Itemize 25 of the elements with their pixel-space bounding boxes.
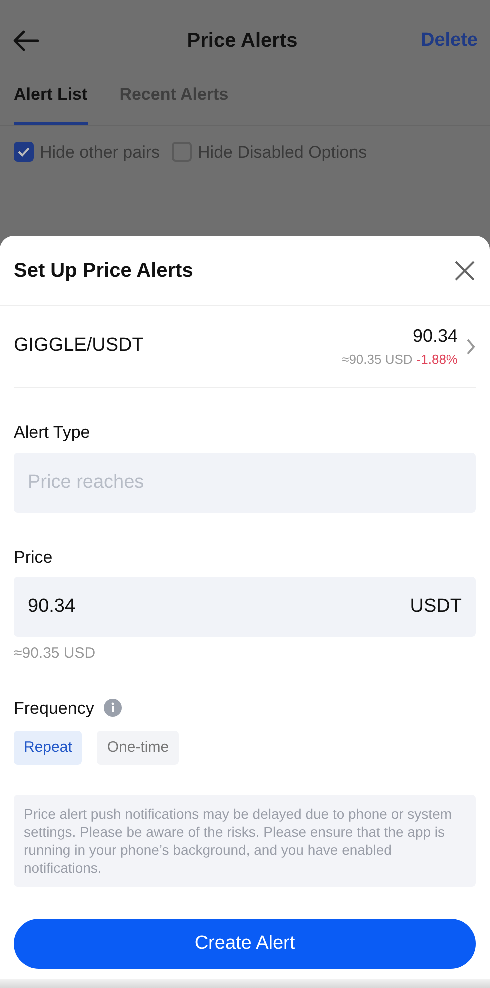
info-icon[interactable]: [104, 699, 122, 718]
field-label: Alert Type: [14, 422, 92, 444]
alert-type-field[interactable]: Price reaches: [14, 452, 476, 512]
chevron-right-icon[interactable]: [466, 338, 476, 356]
price-change: -1.88%: [416, 351, 458, 370]
tab[interactable]: Alert List: [14, 82, 88, 124]
sheet-title: Set Up Price Alerts: [14, 258, 194, 284]
pair-name: GIGGLE/USDT: [14, 334, 144, 358]
back-arrow-icon[interactable]: [12, 29, 40, 53]
field-label: Frequency: [14, 698, 94, 720]
field-label: Price: [14, 546, 54, 568]
usd-price: ≈90.35 USD: [342, 351, 413, 370]
notice-text: Price alert push notifications may be delayed due to phone or system settings. Please be aware of the risks. Please ensure that the app is running in your phone’s background, and you have enabled notifications.: [14, 795, 476, 887]
price-field[interactable]: 90.34 USDT: [14, 577, 476, 637]
usd-estimate: ≈90.35 USD: [14, 644, 97, 664]
frequency-option[interactable]: One-time: [97, 731, 180, 765]
frequency-option[interactable]: Repeat: [14, 731, 82, 765]
price-input[interactable]: 90.34: [28, 592, 188, 622]
currency-unit: USDT: [410, 594, 462, 619]
pair-price: 90.34: [412, 325, 458, 348]
checkmark-icon: [17, 145, 31, 160]
create-alert-button[interactable]: Create Alert: [14, 919, 476, 969]
close-icon[interactable]: [454, 260, 476, 282]
checkbox[interactable]: [14, 142, 34, 162]
page-title: Price Alerts: [187, 29, 298, 54]
